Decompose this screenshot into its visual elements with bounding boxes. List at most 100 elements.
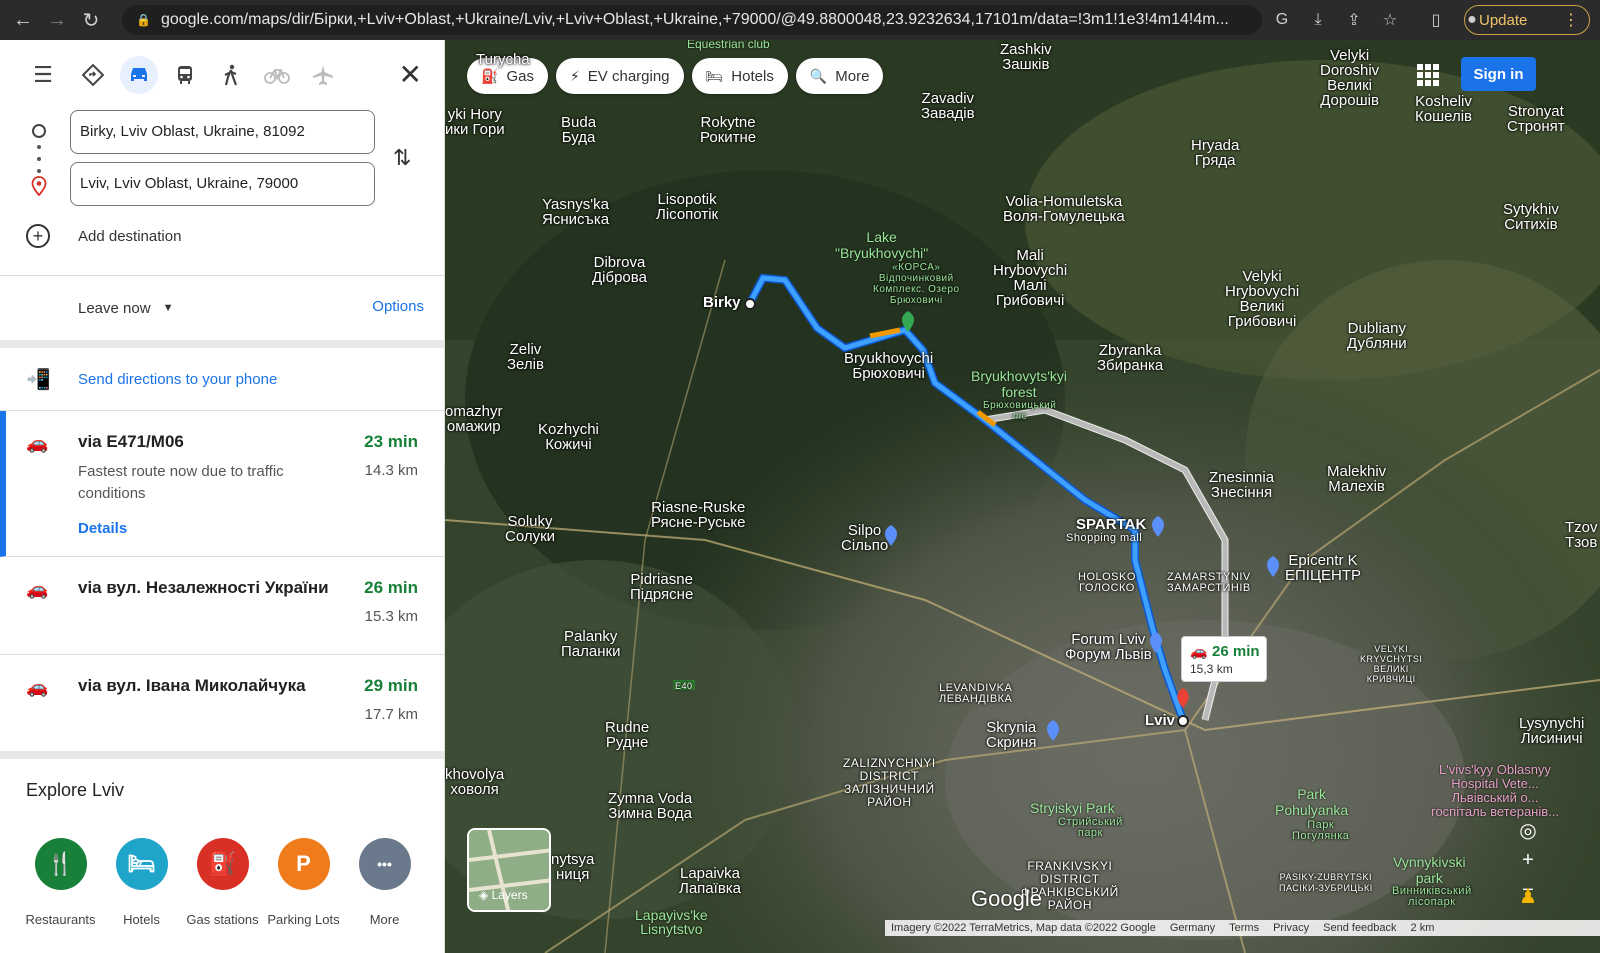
mode-driving-icon[interactable] xyxy=(120,56,158,94)
address-bar[interactable]: 🔒 google.com/maps/dir/Бірки,+Lviv+Oblast… xyxy=(122,5,1262,35)
category-more[interactable]: ••• More xyxy=(344,838,425,927)
route-name: via вул. Івана Миколайчука xyxy=(78,676,306,695)
chip-label: Gas xyxy=(506,67,534,85)
back-arrow-icon[interactable]: ← xyxy=(6,3,40,37)
map-label: VELYKI KRYVCHYTSI ВЕЛИКІ КРИВЧИЦІ xyxy=(1360,644,1423,684)
update-label: Update xyxy=(1479,11,1528,29)
map-footer: Imagery ©2022 TerraMetrics, Map data ©20… xyxy=(885,920,1600,936)
mode-cycling-icon[interactable] xyxy=(258,56,296,94)
send-feedback-link[interactable]: Send feedback xyxy=(1323,922,1396,934)
chip-label: Hotels xyxy=(731,67,774,85)
map-label: Dibrova Діброва xyxy=(592,254,647,286)
map-label-lviv: Lviv xyxy=(1145,712,1176,729)
route-inputs: Birky, Lviv Oblast, Ukraine, 81092 Lviv,… xyxy=(0,110,444,270)
side-panel-icon[interactable]: ▯ xyxy=(1422,5,1450,35)
map-label: Stronyat Стронят xyxy=(1507,103,1565,135)
layers-button[interactable]: ◈ Layers xyxy=(467,828,551,912)
region-link[interactable]: Germany xyxy=(1170,922,1215,934)
directions-diamond-icon[interactable] xyxy=(74,56,112,94)
pegman-icon[interactable]: ♟ xyxy=(1519,884,1539,912)
install-app-icon[interactable]: ⤓ xyxy=(1304,5,1332,35)
route-time: 26 min xyxy=(364,578,418,597)
share-icon[interactable]: ⇪ xyxy=(1340,5,1368,35)
terms-link[interactable]: Terms xyxy=(1229,922,1259,934)
map-label: Lapayivs'ke Lisnytstvo xyxy=(635,907,708,937)
bookmark-star-icon[interactable]: ☆ xyxy=(1376,5,1404,35)
map-label: Rudne Рудне xyxy=(605,719,650,751)
hamburger-menu-icon[interactable]: ☰ xyxy=(24,56,62,94)
map-label: Stryiskyi Park xyxy=(1030,800,1115,816)
reload-icon[interactable]: ↻ xyxy=(74,3,108,37)
map-label: Yasnys'ka Яснисъка xyxy=(542,196,610,228)
map-label: Lysynychi Лисиничі xyxy=(1519,715,1585,747)
map-label: Riasne-Ruske Рясне-Руське xyxy=(651,499,746,531)
route-option-2[interactable]: 🚗 via вул. Незалежності України 26 min 1… xyxy=(0,557,444,655)
route-name: via E471/M06 xyxy=(78,432,184,451)
map-label: Kozhychi Кожичі xyxy=(538,421,599,453)
imagery-attribution: Imagery ©2022 TerraMetrics, Map data ©20… xyxy=(891,922,1156,934)
route-option-3[interactable]: 🚗 via вул. Івана Миколайчука 29 min 17.7… xyxy=(0,655,444,751)
mode-transit-icon[interactable] xyxy=(166,56,204,94)
map-label: Forum Lviv Форум Львів xyxy=(1065,631,1152,663)
chip-hotels[interactable]: 🛏 Hotels xyxy=(691,58,788,94)
map-label: Zashkiv Зашків xyxy=(1000,41,1052,73)
map-label: PASIKY-ZUBRYTSKI ПАСІКИ-ЗУБРИЦЬКІ xyxy=(1279,872,1373,893)
swap-directions-icon[interactable]: ⇅ xyxy=(393,145,411,171)
privacy-link[interactable]: Privacy xyxy=(1273,922,1309,934)
google-g-icon[interactable]: G xyxy=(1268,5,1296,35)
category-label: Parking Lots xyxy=(267,912,340,927)
route-time-callout[interactable]: 🚗 26 min 15,3 km xyxy=(1181,636,1267,682)
chip-ev-charging[interactable]: ⚡ EV charging xyxy=(555,58,684,94)
bed-icon: 🛏 xyxy=(115,838,168,890)
category-parking[interactable]: P Parking Lots xyxy=(263,838,344,927)
close-directions-icon[interactable]: ✕ xyxy=(399,58,422,91)
apps-grid-icon[interactable] xyxy=(1417,64,1439,86)
map-label: Винниківський лісопарк xyxy=(1392,885,1472,908)
map-label: nytsya ниця xyxy=(551,851,595,883)
route-details-link[interactable]: Details xyxy=(78,520,127,537)
google-logo: Google xyxy=(971,886,1042,911)
url-text[interactable]: google.com/maps/dir/Бірки,+Lviv+Oblast,+… xyxy=(161,11,1261,29)
route-distance: 17.7 km xyxy=(364,706,418,723)
options-link[interactable]: Options xyxy=(372,298,424,315)
map-canvas[interactable]: ⛽ Gas ⚡ EV charging 🛏 Hotels 🔍 More Sign in … xyxy=(445,40,1600,953)
zoom-in-button[interactable]: + xyxy=(1513,845,1543,875)
map-label: Silpo Сільпо xyxy=(841,522,889,554)
explore-title: Explore Lviv xyxy=(26,780,125,800)
map-label: SPARTAK xyxy=(1076,516,1147,533)
mode-walking-icon[interactable] xyxy=(212,56,250,94)
category-label: Restaurants xyxy=(25,912,96,927)
my-location-icon[interactable]: ◎ xyxy=(1513,815,1543,845)
map-label: LEVANDIVKA ЛЕВАНДІВКА xyxy=(939,682,1013,705)
route-time: 23 min xyxy=(364,432,418,451)
map-label: Vynnykivski park xyxy=(1393,854,1466,886)
route-distance: 14.3 km xyxy=(364,462,418,479)
map-label: Dubliany Дубляни xyxy=(1347,320,1407,352)
route-name: via вул. Незалежності України xyxy=(78,578,329,597)
add-destination-button[interactable]: + Add destination xyxy=(26,224,181,248)
destination-pin-icon xyxy=(31,176,47,196)
forward-arrow-icon[interactable]: → xyxy=(40,3,74,37)
map-label: Sytykhiv Ситихів xyxy=(1503,201,1559,233)
destination-input[interactable]: Lviv, Lviv Oblast, Ukraine, 79000 xyxy=(70,162,375,206)
send-to-phone-icon: 📲 xyxy=(26,368,51,391)
kebab-menu-icon[interactable]: ⋮ xyxy=(1563,10,1579,30)
travel-modes: ☰ ✕ xyxy=(0,40,444,110)
category-hotels[interactable]: 🛏 Hotels xyxy=(101,838,182,927)
route-option-1[interactable]: 🚗 via E471/M06 23 min 14.3 km Fastest ro… xyxy=(0,411,444,557)
update-button[interactable]: Update ⋮ xyxy=(1464,5,1590,35)
caret-down-icon[interactable]: ▼ xyxy=(163,302,174,314)
leave-now-dropdown[interactable]: Leave now xyxy=(78,300,151,317)
category-label: Gas stations xyxy=(186,912,259,927)
origin-input[interactable]: Birky, Lviv Oblast, Ukraine, 81092 xyxy=(70,110,375,154)
category-restaurants[interactable]: 🍴 Restaurants xyxy=(20,838,101,927)
sign-in-button[interactable]: Sign in xyxy=(1461,57,1536,91)
bed-icon: 🛏 xyxy=(705,67,724,84)
fork-knife-icon: 🍴 xyxy=(34,838,87,890)
mode-flight-icon[interactable] xyxy=(304,56,342,94)
chip-more[interactable]: 🔍 More xyxy=(795,58,884,94)
send-to-phone-row[interactable]: 📲 Send directions to your phone xyxy=(0,348,444,410)
scale-bar[interactable]: 2 km xyxy=(1411,922,1435,934)
explore-categories: 🍴 Restaurants 🛏 Hotels ⛽ Gas stations P … xyxy=(20,838,425,927)
category-gas-stations[interactable]: ⛽ Gas stations xyxy=(182,838,263,927)
